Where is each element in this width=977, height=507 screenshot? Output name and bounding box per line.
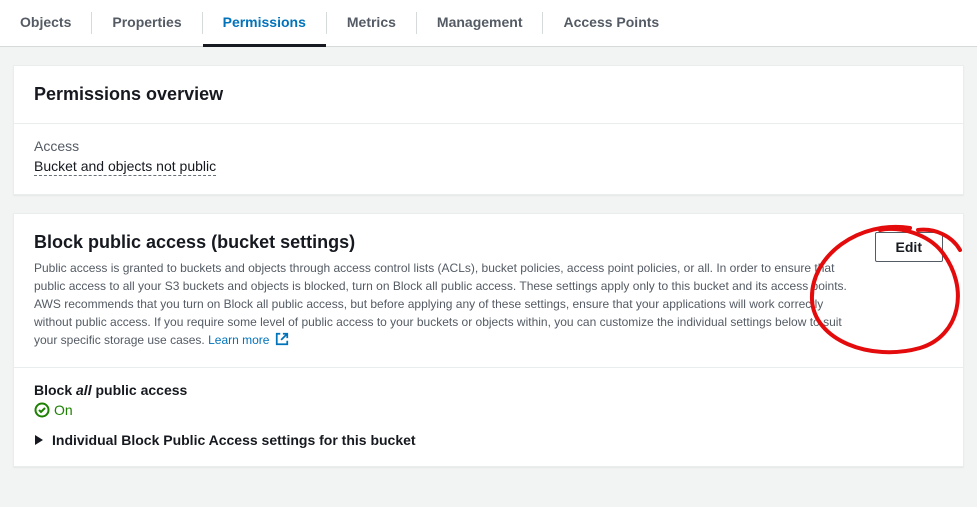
status-on-label: On xyxy=(54,402,73,418)
panel-header: Permissions overview xyxy=(14,66,963,124)
individual-settings-toggle[interactable]: Individual Block Public Access settings … xyxy=(34,432,943,448)
panel-title: Permissions overview xyxy=(34,84,943,105)
panel-title: Block public access (bucket settings) xyxy=(34,232,855,253)
panel-body: Block all public access On Individual Bl… xyxy=(14,368,963,466)
access-value: Bucket and objects not public xyxy=(34,158,216,176)
tab-metrics[interactable]: Metrics xyxy=(327,0,416,46)
panel-description: Public access is granted to buckets and … xyxy=(34,259,855,349)
tab-management[interactable]: Management xyxy=(417,0,543,46)
tab-bar: Objects Properties Permissions Metrics M… xyxy=(0,0,977,47)
external-link-icon xyxy=(275,332,289,346)
block-all-public-access-heading: Block all public access xyxy=(34,382,943,398)
block-all-status: On xyxy=(34,402,943,418)
tab-properties[interactable]: Properties xyxy=(92,0,201,46)
individual-settings-label: Individual Block Public Access settings … xyxy=(52,432,416,448)
learn-more-link[interactable]: Learn more xyxy=(208,333,289,347)
panel-header: Block public access (bucket settings) Pu… xyxy=(14,214,963,368)
tab-permissions[interactable]: Permissions xyxy=(203,0,326,47)
edit-button[interactable]: Edit xyxy=(875,232,943,262)
caret-right-icon xyxy=(34,434,44,446)
tab-objects[interactable]: Objects xyxy=(0,0,91,46)
tab-access-points[interactable]: Access Points xyxy=(543,0,679,46)
access-label: Access xyxy=(34,138,943,154)
permissions-overview-panel: Permissions overview Access Bucket and o… xyxy=(13,65,964,195)
panel-body: Access Bucket and objects not public xyxy=(14,124,963,194)
block-public-access-panel: Block public access (bucket settings) Pu… xyxy=(13,213,964,467)
success-check-icon xyxy=(34,402,50,418)
